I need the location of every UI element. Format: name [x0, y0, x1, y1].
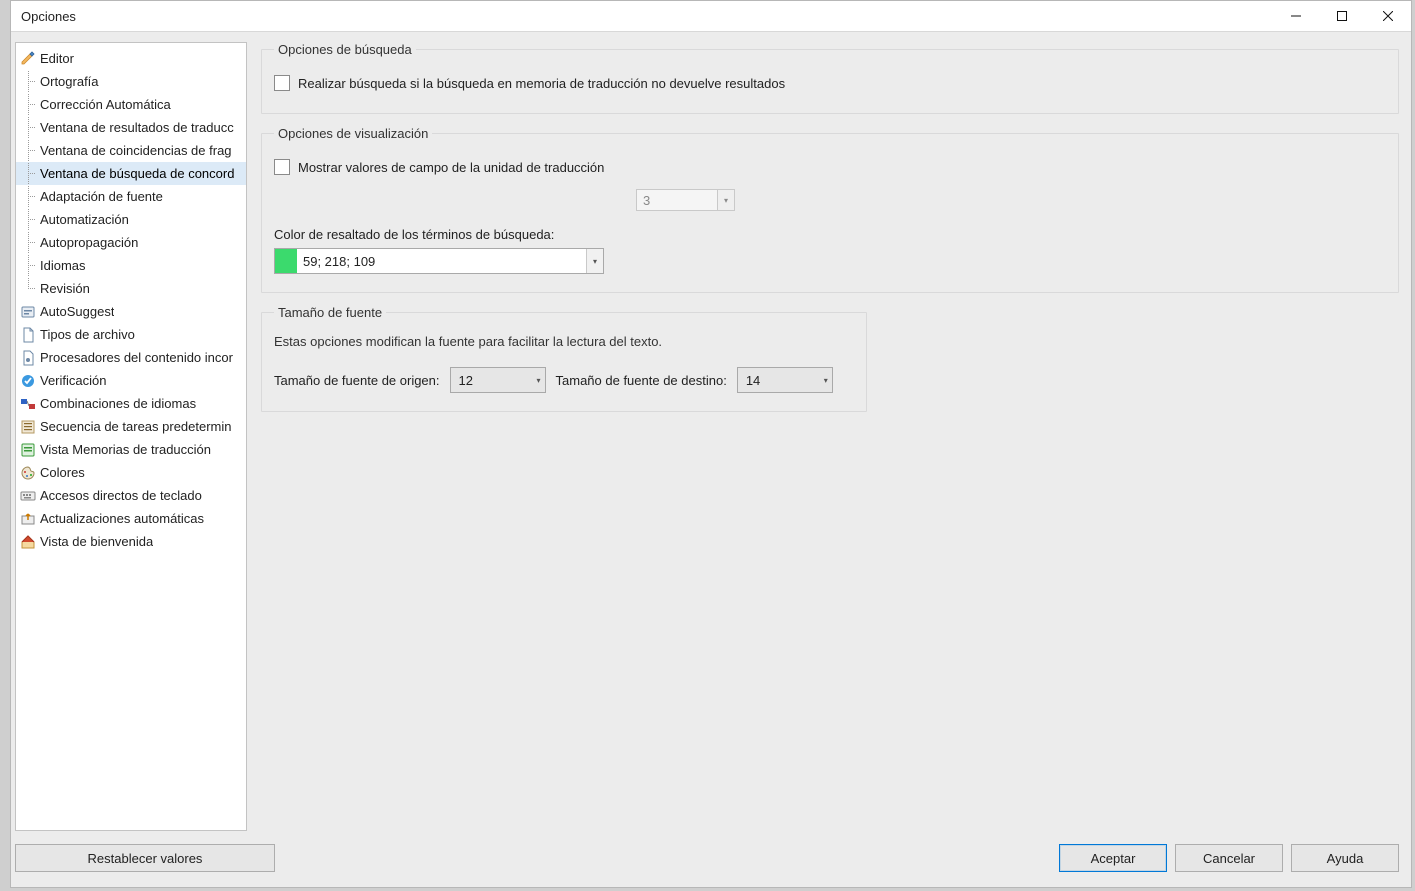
group-legend: Opciones de visualización	[274, 126, 432, 141]
list-icon	[20, 419, 36, 435]
tree-node-adaptacion-fuente[interactable]: Adaptación de fuente	[16, 185, 246, 208]
pencil-icon	[20, 51, 36, 67]
checkbox-label: Mostrar valores de campo de la unidad de…	[298, 160, 604, 175]
options-dialog: Opciones Editor	[10, 0, 1412, 888]
chevron-down-icon: ▾	[824, 376, 828, 385]
tree-node-vista-tm[interactable]: Vista Memorias de traducción	[16, 438, 246, 461]
window-title: Opciones	[11, 9, 76, 24]
highlight-color-label: Color de resaltado de los términos de bú…	[274, 227, 1386, 242]
select-value: 12	[459, 373, 473, 388]
target-font-label: Tamaño de fuente de destino:	[556, 373, 727, 388]
help-button[interactable]: Ayuda	[1291, 844, 1399, 872]
keyboard-icon	[20, 488, 36, 504]
tree-node-autosuggest[interactable]: AutoSuggest	[16, 300, 246, 323]
tree-node-editor[interactable]: Editor	[16, 47, 246, 70]
target-font-size-select[interactable]: 14 ▾	[737, 367, 833, 393]
select-value: 14	[746, 373, 760, 388]
tree-node-resultados-traduccion[interactable]: Ventana de resultados de traducc	[16, 116, 246, 139]
source-font-label: Tamaño de fuente de origen:	[274, 373, 440, 388]
tree-node-automatizacion[interactable]: Automatización	[16, 208, 246, 231]
tree-node-actualizaciones[interactable]: Actualizaciones automáticas	[16, 507, 246, 530]
group-search-options: Opciones de búsqueda Realizar búsqueda s…	[261, 42, 1399, 114]
window-controls	[1273, 1, 1411, 31]
chevron-down-icon: ▾	[586, 249, 603, 273]
category-tree[interactable]: Editor Ortografía Corrección Automática …	[15, 42, 247, 831]
ok-button[interactable]: Aceptar	[1059, 844, 1167, 872]
tree-node-accesos-directos[interactable]: Accesos directos de teclado	[16, 484, 246, 507]
minimize-button[interactable]	[1273, 1, 1319, 31]
lightbulb-icon	[20, 304, 36, 320]
update-icon	[20, 511, 36, 527]
tree-node-coincidencias-fragmento[interactable]: Ventana de coincidencias de frag	[16, 139, 246, 162]
field-count-stepper: 3 ▾	[636, 189, 735, 211]
close-button[interactable]	[1365, 1, 1411, 31]
checkbox-label: Realizar búsqueda si la búsqueda en memo…	[298, 76, 785, 91]
dialog-footer: Restablecer valores Aceptar Cancelar Ayu…	[11, 835, 1411, 887]
tree-node-ortografia[interactable]: Ortografía	[16, 70, 246, 93]
tree-node-busqueda-concordancia[interactable]: Ventana de búsqueda de concord	[16, 162, 246, 185]
tree-node-colores[interactable]: Colores	[16, 461, 246, 484]
palette-icon	[20, 465, 36, 481]
maximize-button[interactable]	[1319, 1, 1365, 31]
chevron-down-icon: ▾	[537, 376, 541, 385]
tree-node-verificacion[interactable]: Verificación	[16, 369, 246, 392]
tree-node-procesadores[interactable]: Procesadores del contenido incor	[16, 346, 246, 369]
group-legend: Opciones de búsqueda	[274, 42, 416, 57]
tree-node-combinaciones-idiomas[interactable]: Combinaciones de idiomas	[16, 392, 246, 415]
gear-file-icon	[20, 350, 36, 366]
group-legend: Tamaño de fuente	[274, 305, 386, 320]
tree-node-bienvenida[interactable]: Vista de bienvenida	[16, 530, 246, 553]
font-description: Estas opciones modifican la fuente para …	[274, 334, 854, 349]
check-icon	[20, 373, 36, 389]
checkbox-show-tu-fields[interactable]	[274, 159, 290, 175]
tree-node-correccion[interactable]: Corrección Automática	[16, 93, 246, 116]
tree-node-tipos-archivo[interactable]: Tipos de archivo	[16, 323, 246, 346]
group-display-options: Opciones de visualización Mostrar valore…	[261, 126, 1399, 293]
title-bar: Opciones	[11, 1, 1411, 32]
tree-node-revision[interactable]: Revisión	[16, 277, 246, 300]
tree-label: Editor	[40, 48, 74, 69]
tree-node-idiomas[interactable]: Idiomas	[16, 254, 246, 277]
home-icon	[20, 534, 36, 550]
stepper-value: 3	[636, 189, 718, 211]
source-font-size-select[interactable]: 12 ▾	[450, 367, 546, 393]
file-icon	[20, 327, 36, 343]
database-icon	[20, 442, 36, 458]
language-pair-icon	[20, 396, 36, 412]
highlight-color-picker[interactable]: 59; 218; 109 ▾	[274, 248, 604, 274]
stepper-arrow-icon: ▾	[718, 189, 735, 211]
checkbox-search-if-no-tm[interactable]	[274, 75, 290, 91]
color-swatch	[275, 249, 297, 273]
reset-button[interactable]: Restablecer valores	[15, 844, 275, 872]
settings-panel: Opciones de búsqueda Realizar búsqueda s…	[261, 42, 1399, 831]
tree-node-secuencia-tareas[interactable]: Secuencia de tareas predetermin	[16, 415, 246, 438]
color-value: 59; 218; 109	[297, 249, 586, 273]
group-font-size: Tamaño de fuente Estas opciones modifica…	[261, 305, 867, 412]
cancel-button[interactable]: Cancelar	[1175, 844, 1283, 872]
tree-node-autopropagacion[interactable]: Autopropagación	[16, 231, 246, 254]
